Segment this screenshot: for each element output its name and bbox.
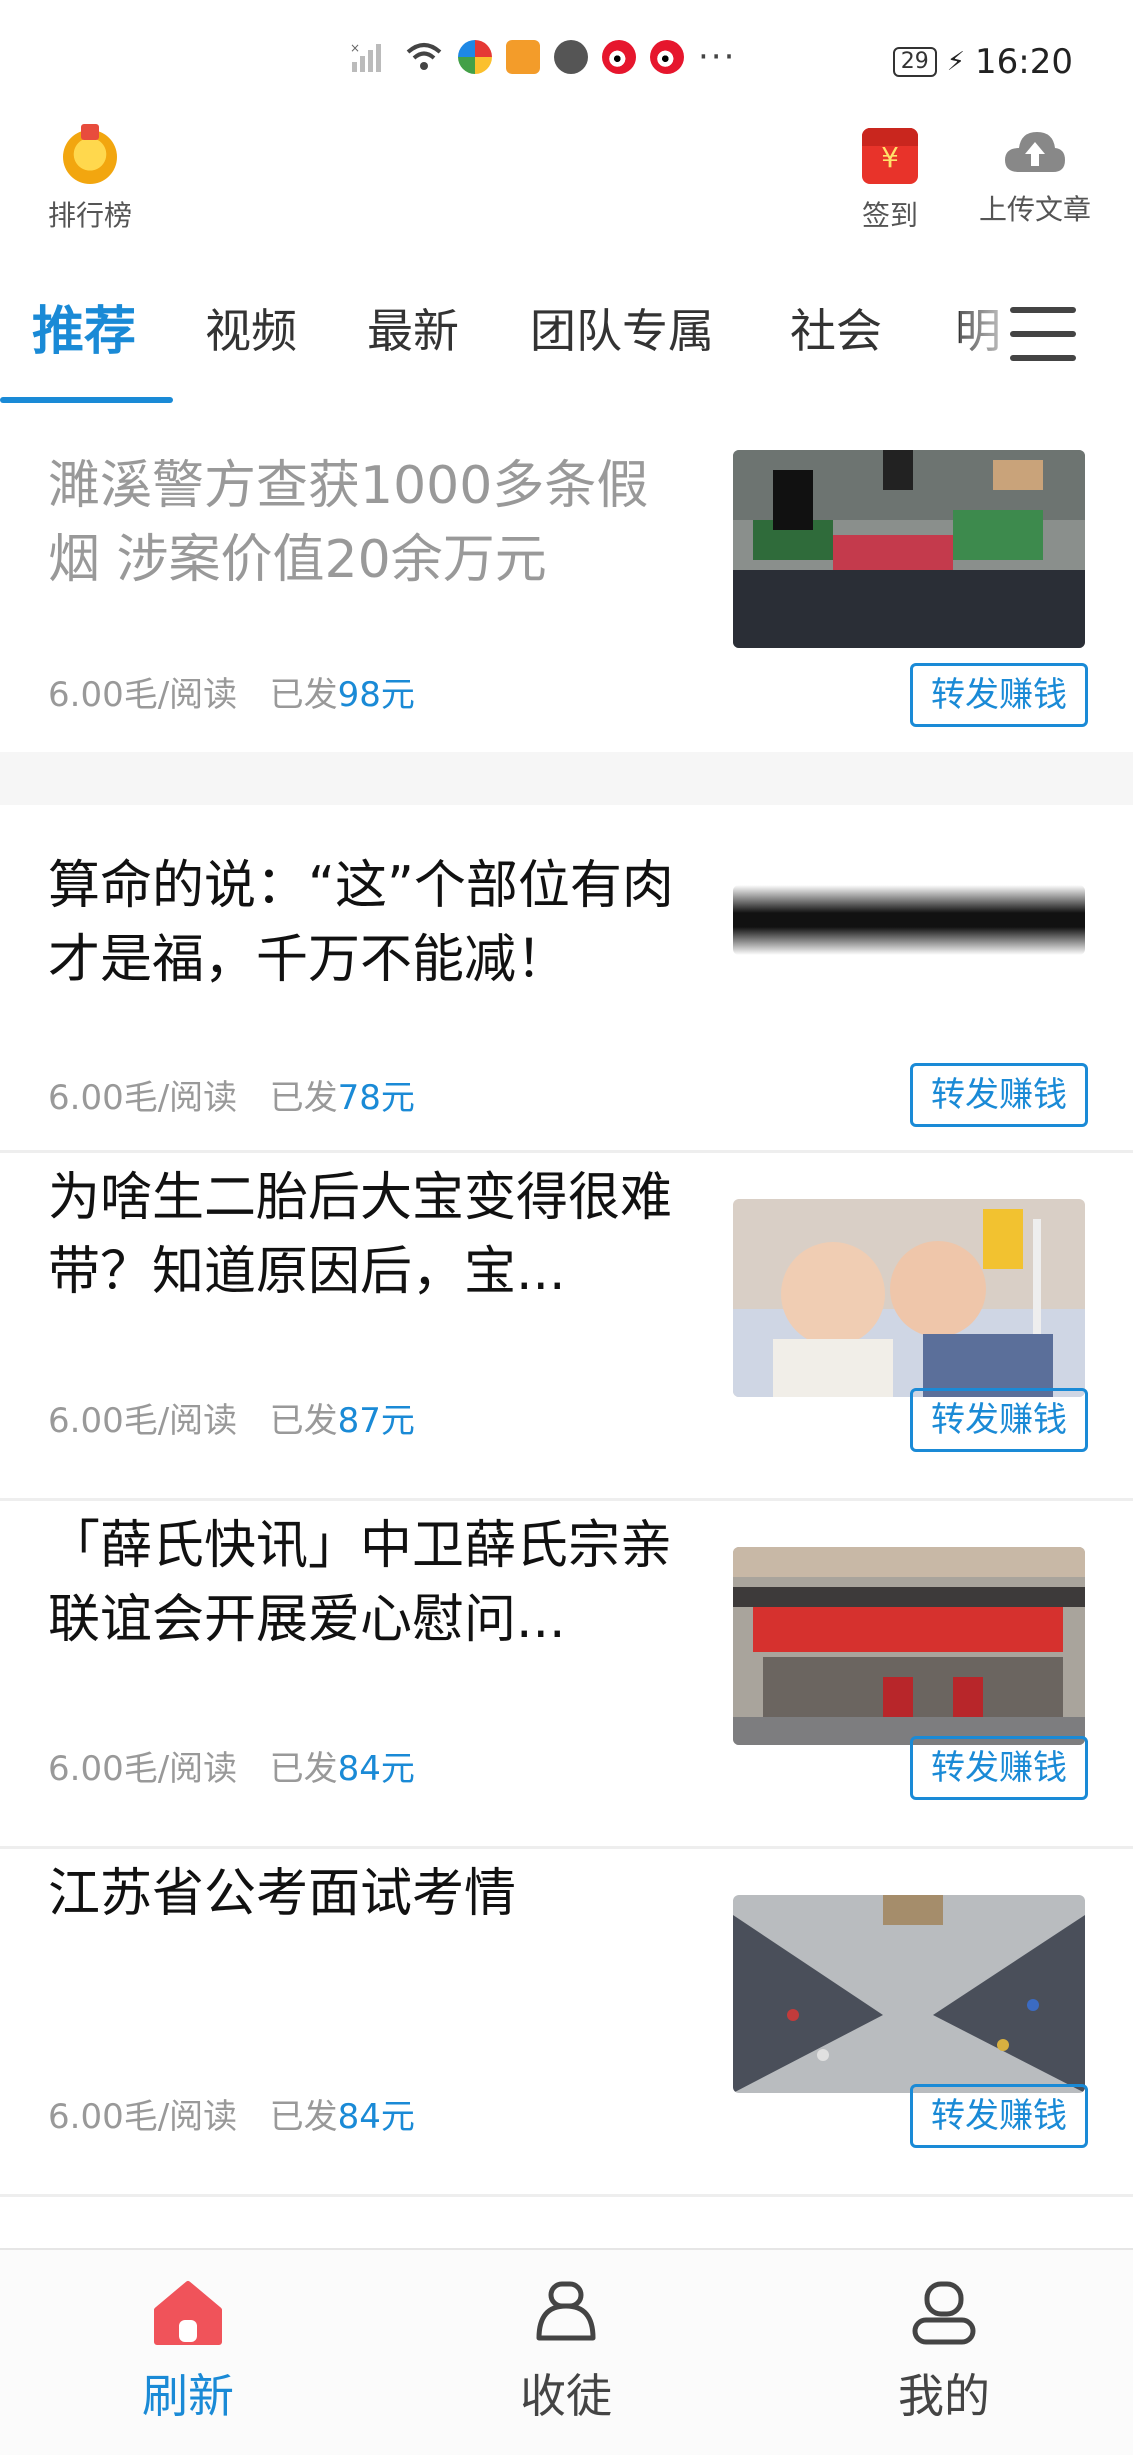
- sent-amount: 87元: [337, 1401, 415, 1441]
- article-meta: 6.00毛/阅读 已发78元: [48, 1070, 415, 1119]
- article-title[interactable]: 为啥生二胎后大宝变得很难带？知道原因后，宝...: [48, 1161, 698, 1309]
- apprentice-icon: [536, 2281, 596, 2341]
- clock: 16:20: [975, 42, 1073, 82]
- nav-refresh[interactable]: 刷新: [88, 2280, 288, 2426]
- svg-text:×: ×: [350, 41, 360, 55]
- active-tab-indicator: [0, 397, 173, 403]
- upload-article-button[interactable]: 上传文章: [970, 128, 1100, 228]
- sent-label: 已发: [269, 1401, 338, 1441]
- article-item[interactable]: 为啥生二胎后大宝变得很难带？知道原因后，宝... 6.00毛/阅读 已发87元 …: [0, 1153, 1133, 1501]
- tab-society[interactable]: 社会: [790, 295, 882, 361]
- battery-icon: 29: [892, 47, 937, 77]
- runner-app-icon: [506, 40, 540, 74]
- app-notification-icon: [458, 40, 492, 74]
- nav-mine-label: 我的: [898, 2369, 990, 2423]
- article-meta: 6.00毛/阅读 已发84元: [48, 1741, 415, 1790]
- article-meta: 6.00毛/阅读 已发87元: [48, 1393, 415, 1442]
- article-meta: 6.00毛/阅读 已发98元: [48, 667, 415, 716]
- weibo-icon: [602, 40, 636, 74]
- share-earn-button[interactable]: 转发赚钱: [910, 1736, 1088, 1800]
- sent-label: 已发: [269, 2097, 338, 2137]
- app-header: 排行榜 ¥ 签到 上传文章: [0, 120, 1133, 260]
- category-tabs: 推荐 视频 最新 团队专属 社会 明: [0, 285, 1133, 406]
- ranking-label: 排行榜: [47, 199, 132, 232]
- share-earn-button[interactable]: 转发赚钱: [910, 1063, 1088, 1127]
- tab-latest[interactable]: 最新: [367, 295, 459, 361]
- sent-amount: 84元: [337, 1749, 415, 1789]
- cloud-upload-icon: [1005, 132, 1065, 172]
- article-thumbnail[interactable]: [733, 450, 1085, 648]
- section-divider: [0, 752, 1133, 805]
- red-envelope-icon: ¥: [862, 128, 918, 184]
- article-title[interactable]: 江苏省公考面试考情: [48, 1857, 698, 1931]
- signin-button[interactable]: ¥ 签到: [845, 128, 935, 234]
- wifi-icon: [406, 43, 442, 70]
- bottom-navigation: 刷新 收徒 我的: [0, 2248, 1133, 2455]
- article-thumbnail[interactable]: [733, 1895, 1085, 2093]
- status-right: 29 ⚡ 16:20: [892, 42, 1073, 82]
- profile-icon: [912, 2281, 976, 2345]
- nav-apprentice-label: 收徒: [520, 2369, 612, 2423]
- sent-amount: 84元: [337, 2097, 415, 2137]
- nav-apprentice[interactable]: 收徒: [466, 2280, 666, 2426]
- status-bar: × ··· 29 ⚡ 16:20: [0, 0, 1133, 120]
- article-thumbnail[interactable]: [733, 885, 1085, 955]
- article-thumbnail[interactable]: [733, 1199, 1085, 1397]
- rate-text: 6.00毛/阅读: [48, 675, 238, 715]
- channel-menu-icon[interactable]: [1010, 307, 1076, 363]
- sent-amount: 98元: [337, 675, 415, 715]
- rate-text: 6.00毛/阅读: [48, 2097, 238, 2137]
- rate-text: 6.00毛/阅读: [48, 1401, 238, 1441]
- tab-video[interactable]: 视频: [205, 295, 297, 361]
- article-title[interactable]: 「薛氏快讯」中卫薛氏宗亲联谊会开展爱心慰问...: [48, 1509, 698, 1657]
- tab-recommended[interactable]: 推荐: [32, 289, 136, 364]
- tab-team-exclusive[interactable]: 团队专属: [530, 295, 714, 361]
- sent-amount: 78元: [337, 1078, 415, 1118]
- article-item[interactable]: 濉溪警方查获1000多条假烟 涉案价值20余万元 6.00毛/阅读 已发98元 …: [0, 405, 1133, 755]
- article-thumbnail[interactable]: [733, 1547, 1085, 1745]
- signal-icon: ×: [350, 41, 381, 72]
- rate-text: 6.00毛/阅读: [48, 1749, 238, 1789]
- sent-label: 已发: [269, 1078, 338, 1118]
- medal-icon: [63, 124, 117, 184]
- share-earn-button[interactable]: 转发赚钱: [910, 1388, 1088, 1452]
- nav-mine[interactable]: 我的: [844, 2280, 1044, 2426]
- article-item[interactable]: 江苏省公考面试考情 6.00毛/阅读 已发84元 转发赚钱: [0, 1849, 1133, 2197]
- signin-label: 签到: [861, 199, 918, 232]
- upload-label: 上传文章: [978, 193, 1091, 226]
- article-item[interactable]: 「薛氏快讯」中卫薛氏宗亲联谊会开展爱心慰问... 6.00毛/阅读 已发84元 …: [0, 1501, 1133, 1849]
- share-earn-button[interactable]: 转发赚钱: [910, 663, 1088, 727]
- charging-icon: ⚡: [946, 47, 966, 77]
- nav-refresh-label: 刷新: [142, 2369, 234, 2423]
- home-icon: [154, 2281, 222, 2345]
- sent-label: 已发: [269, 675, 338, 715]
- rate-text: 6.00毛/阅读: [48, 1078, 238, 1118]
- weibo-icon: [650, 40, 684, 74]
- sent-label: 已发: [269, 1749, 338, 1789]
- article-title[interactable]: 算命的说：“这”个部位有肉才是福，千万不能减！: [48, 849, 698, 997]
- article-item[interactable]: 算命的说：“这”个部位有肉才是福，千万不能减！ 6.00毛/阅读 已发78元 转…: [0, 805, 1133, 1153]
- ranking-button[interactable]: 排行榜: [40, 124, 140, 234]
- share-earn-button[interactable]: 转发赚钱: [910, 2084, 1088, 2148]
- status-icons: × ···: [350, 40, 736, 74]
- browser-app-icon: [554, 40, 588, 74]
- article-meta: 6.00毛/阅读 已发84元: [48, 2089, 415, 2138]
- article-title[interactable]: 濉溪警方查获1000多条假烟 涉案价值20余万元: [48, 449, 698, 597]
- more-notifications-icon: ···: [698, 37, 737, 77]
